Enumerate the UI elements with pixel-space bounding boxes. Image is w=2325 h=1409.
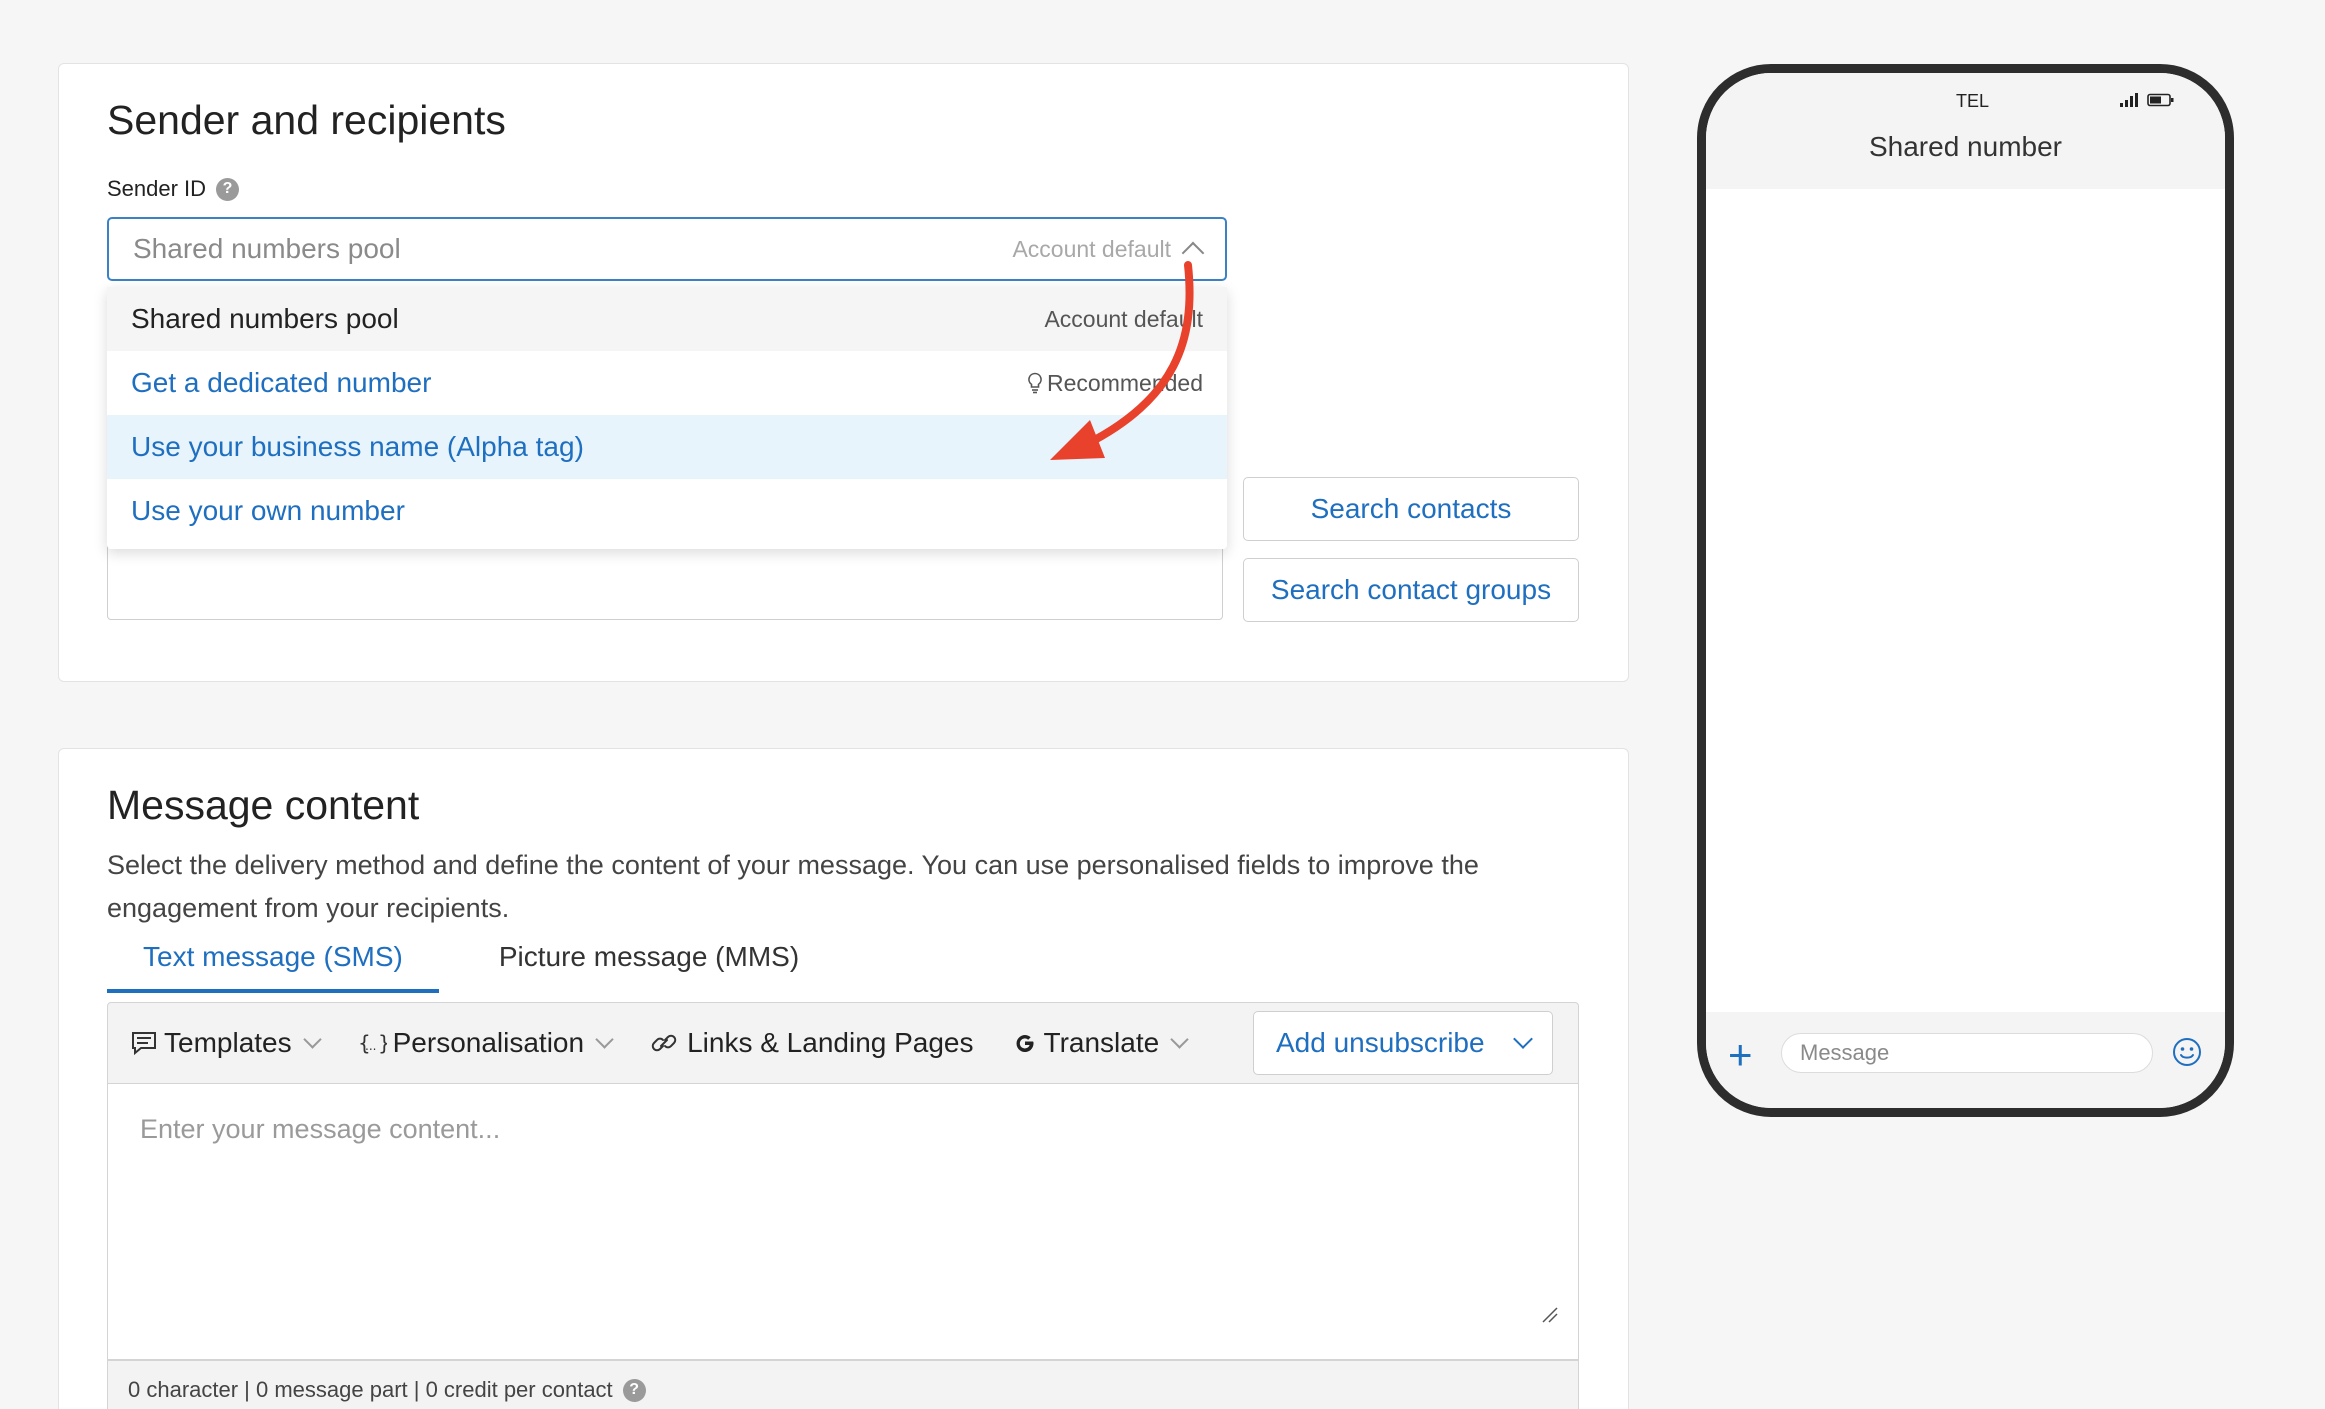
resize-handle-icon[interactable] (1539, 1304, 1559, 1324)
phone-contact-name: Shared number (1868, 131, 2062, 162)
editor-toolbar: Templates { ... } Personalisation Links … (107, 1002, 1579, 1084)
add-unsubscribe-label: Add unsubscribe (1276, 1027, 1485, 1058)
help-icon[interactable]: ? (216, 177, 240, 201)
sender-id-label-text: Sender ID (107, 176, 207, 201)
emoji-icon[interactable] (2171, 1036, 2203, 1068)
message-content-input[interactable] (107, 1084, 1579, 1360)
phone-message-input[interactable] (1781, 1033, 2153, 1073)
chevron-up-icon (1181, 241, 1205, 265)
links-label: Links & Landing Pages (687, 1027, 974, 1058)
dropdown-option-dedicated-number[interactable]: Get a dedicated number Recommended (107, 351, 1227, 415)
google-g-icon (1016, 1035, 1034, 1053)
sender-id-dropdown: Shared numbers pool Account default Get … (107, 287, 1227, 549)
chevron-down-icon (595, 1029, 614, 1049)
sender-recipients-title: Sender and recipients (107, 97, 506, 143)
message-counter-bar: 0 character | 0 message part | 0 credit … (107, 1360, 1579, 1409)
phone-compose-bar: + (1706, 1012, 2225, 1108)
link-icon (651, 1034, 677, 1052)
lightbulb-icon (1028, 372, 1042, 394)
dropdown-option-label: Use your own number (131, 495, 405, 526)
dropdown-option-meta: Recommended (1027, 370, 1203, 397)
personalisation-menu[interactable]: { ... } Personalisation (357, 1027, 614, 1059)
chevron-down-icon (1170, 1029, 1189, 1049)
phone-header: TEL Shared number (1706, 73, 2225, 189)
plus-icon[interactable]: + (1728, 1034, 1753, 1076)
help-icon[interactable]: ? (622, 1378, 646, 1402)
recommended-text: Recommended (1047, 369, 1203, 396)
message-counter-text: 0 character | 0 message part | 0 credit … (128, 1377, 613, 1402)
tab-sms[interactable]: Text message (SMS) (107, 941, 439, 993)
translate-menu[interactable]: Translate (1012, 1027, 1189, 1059)
phone-status-icons (2119, 93, 2175, 107)
dropdown-option-label: Shared numbers pool (131, 303, 399, 334)
templates-label: Templates (164, 1027, 292, 1058)
account-default-badge: Account default (1012, 235, 1171, 262)
dropdown-option-own-number[interactable]: Use your own number (107, 479, 1227, 543)
battery-icon (2147, 93, 2174, 107)
dropdown-option-label: Get a dedicated number (131, 367, 432, 398)
phone-preview: TEL Shared number + (1697, 64, 2234, 1117)
message-content-description: Select the delivery method and define th… (107, 850, 1479, 923)
sender-select-value: Shared numbers pool (133, 233, 401, 264)
dropdown-option-label: Use your business name (Alpha tag) (131, 431, 584, 462)
search-contacts-button[interactable]: Search contacts (1243, 477, 1579, 541)
templates-icon (132, 1032, 156, 1056)
chevron-down-icon (302, 1029, 322, 1049)
personalisation-label: Personalisation (392, 1027, 585, 1058)
dropdown-option-alpha-tag[interactable]: Use your business name (Alpha tag) (107, 415, 1227, 479)
sender-recipients-card: Sender and recipients Sender ID ? Shared… (58, 63, 1629, 682)
svg-text:}: } (378, 1031, 387, 1055)
message-content-title: Message content (107, 782, 420, 828)
message-content-card: Message content Select the delivery meth… (58, 748, 1629, 1409)
dropdown-option-meta: Account default (1044, 305, 1203, 332)
add-unsubscribe-button[interactable]: Add unsubscribe (1253, 1011, 1553, 1075)
sender-id-select[interactable]: Shared numbers pool Account default (107, 217, 1227, 281)
search-contact-groups-button[interactable]: Search contact groups (1243, 558, 1579, 622)
chevron-down-icon (1513, 1029, 1533, 1049)
phone-carrier: TEL (1956, 91, 1990, 111)
templates-menu[interactable]: Templates (130, 1027, 322, 1059)
signal-icon (2120, 93, 2138, 107)
translate-label: Translate (1043, 1027, 1160, 1058)
dropdown-option-shared-pool[interactable]: Shared numbers pool Account default (107, 287, 1227, 351)
tab-mms[interactable]: Picture message (MMS) (463, 941, 835, 993)
message-type-tabs: Text message (SMS) Picture message (MMS) (107, 941, 835, 993)
sender-id-label: Sender ID ? (107, 176, 240, 202)
links-landing-pages-menu[interactable]: Links & Landing Pages (649, 1027, 974, 1059)
braces-icon: { ... } (358, 1031, 387, 1055)
svg-text:...: ... (365, 1039, 376, 1053)
